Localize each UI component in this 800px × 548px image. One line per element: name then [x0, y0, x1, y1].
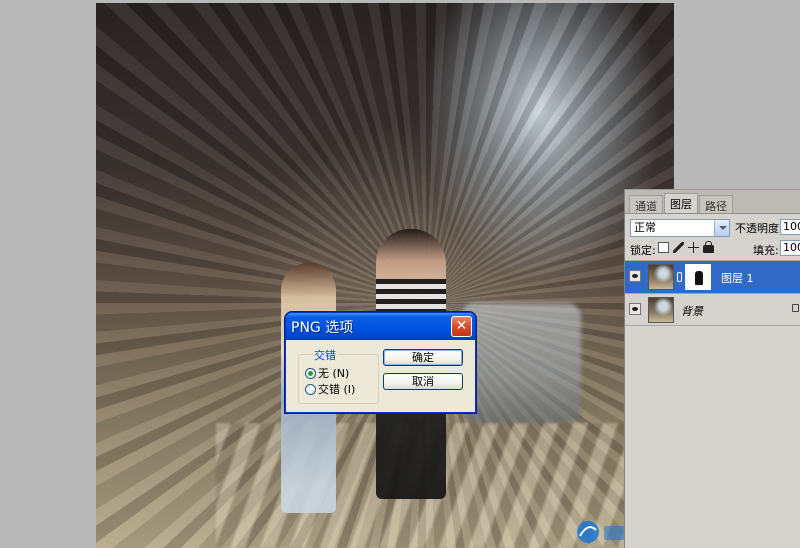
blend-mode-value: 正常	[634, 221, 656, 234]
lock-label: 锁定:	[630, 244, 656, 257]
panel-tabs: 通道 图层 路径	[625, 190, 800, 214]
radio-label: 无 (N)	[318, 367, 350, 380]
layer-name: 背景	[681, 305, 703, 318]
opacity-field[interactable]: 100%	[780, 219, 800, 235]
fill-field[interactable]: 100%	[780, 240, 800, 256]
dialog-title: PNG 选项	[291, 320, 354, 336]
layer-mask-thumbnail[interactable]	[685, 264, 711, 290]
cancel-button[interactable]: 取消	[383, 373, 463, 390]
group-label: 交错	[312, 347, 338, 363]
lock-transparency-icon[interactable]	[658, 242, 669, 253]
radio-button[interactable]	[305, 383, 316, 395]
layer-thumbnail	[648, 297, 674, 323]
eye-icon[interactable]	[629, 303, 641, 315]
interlace-groupbox: 交错 无 (N) 交错 (I)	[298, 347, 379, 404]
tab-channels[interactable]: 通道	[629, 195, 663, 213]
opacity-label: 不透明度:	[735, 222, 783, 235]
dialog-titlebar[interactable]: PNG 选项 ✕	[286, 313, 475, 340]
chain-icon[interactable]	[677, 272, 682, 282]
close-button[interactable]: ✕	[451, 316, 472, 337]
tab-paths[interactable]: 路径	[699, 195, 733, 213]
ok-button[interactable]: 确定	[383, 349, 463, 366]
radio-button[interactable]	[305, 367, 316, 379]
blend-mode-select[interactable]: 正常	[630, 219, 730, 237]
move-icon[interactable]	[688, 242, 699, 253]
tab-layers[interactable]: 图层	[664, 193, 698, 213]
blend-mode-row: 正常 不透明度: 100%	[625, 217, 800, 239]
dropdown-arrow-icon[interactable]	[714, 220, 729, 236]
layer-thumbnail	[648, 264, 674, 290]
dialog-body: 交错 无 (N) 交错 (I) 确定 取消	[286, 340, 475, 412]
lock-icon	[792, 304, 799, 312]
radio-none[interactable]: 无 (N)	[305, 365, 349, 381]
png-options-dialog: PNG 选项 ✕ 交错 无 (N) 交错 (I) 确定 取消	[285, 312, 476, 413]
eye-icon[interactable]	[629, 270, 641, 282]
fill-label: 填充:	[753, 244, 779, 257]
layer-row-layer1[interactable]: 图层 1	[625, 260, 800, 293]
layer-row-background[interactable]: 背景	[625, 293, 800, 326]
blurred-car	[461, 303, 581, 423]
layer-name: 图层 1	[721, 272, 754, 285]
layers-panel: 通道 图层 路径 正常 不透明度: 100% 锁定: 填充: 100% 图层 1…	[624, 189, 800, 548]
lock-options	[658, 241, 714, 253]
radio-interlaced[interactable]: 交错 (I)	[305, 381, 355, 397]
close-icon: ✕	[455, 318, 468, 334]
brush-icon[interactable]	[673, 242, 684, 253]
radio-label: 交错 (I)	[318, 383, 356, 396]
lock-row: 锁定: 填充: 100%	[625, 239, 800, 259]
document-canvas[interactable]	[96, 3, 674, 548]
lock-icon[interactable]	[703, 241, 714, 253]
